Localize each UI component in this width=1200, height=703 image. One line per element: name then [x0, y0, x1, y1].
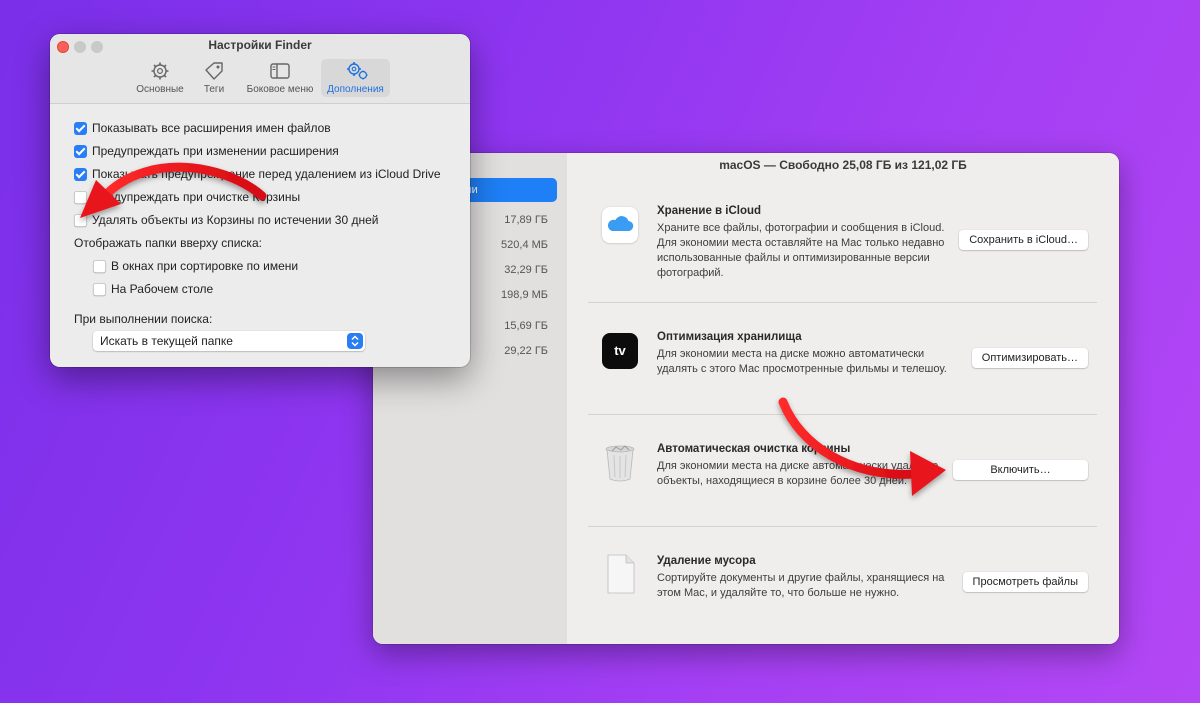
- sidebar-row-size: 15,69 ГБ: [504, 320, 548, 332]
- option-label: Удалять объекты из Корзины по истечении …: [92, 213, 379, 227]
- section-title: Хранение в iCloud: [657, 205, 762, 217]
- option-label: В окнах при сортировке по имени: [111, 259, 299, 273]
- option-label: Показывать все расширения имен файлов: [92, 121, 331, 135]
- tab-sidebar[interactable]: Боковое меню: [240, 59, 320, 97]
- advanced-gears-icon: [345, 61, 367, 81]
- review-files-button[interactable]: Просмотреть файлы: [962, 572, 1088, 592]
- divider: [588, 414, 1097, 415]
- finder-settings-window: Настройки Finder Основные Теги Боковое м…: [50, 34, 470, 367]
- sidebar-icon: [269, 61, 291, 81]
- checkbox[interactable]: [74, 214, 87, 227]
- optimize-button[interactable]: Оптимизировать…: [971, 348, 1088, 368]
- section-title: Удаление мусора: [657, 555, 756, 567]
- checkbox[interactable]: [93, 260, 106, 273]
- tab-label: Теги: [203, 84, 225, 95]
- trash-icon: [602, 443, 638, 482]
- icloud-icon: [602, 207, 638, 243]
- option-label: Предупреждать при изменении расширения: [92, 144, 339, 158]
- checkbox[interactable]: [74, 122, 87, 135]
- search-scope-label: При выполнении поиска:: [74, 312, 213, 326]
- store-in-icloud-button[interactable]: Сохранить в iCloud…: [959, 230, 1088, 250]
- section-description: Сортируйте документы и другие файлы, хра…: [657, 572, 945, 599]
- option-label: Показывать предупреждение перед удаление…: [92, 167, 441, 181]
- section-title: Оптимизация хранилища: [657, 331, 802, 343]
- optimize-section: tv Оптимизация хранилища Для экономии ме…: [594, 331, 1097, 401]
- sidebar-row-size: 198,9 МБ: [501, 289, 548, 301]
- checkbox[interactable]: [74, 191, 87, 204]
- document-icon: [602, 553, 638, 594]
- reduce-clutter-section: Удаление мусора Сортируйте документы и д…: [594, 553, 1097, 625]
- sidebar-row-size: 32,29 ГБ: [504, 264, 548, 276]
- finder-toolbar: Настройки Finder Основные Теги Боковое м…: [50, 34, 470, 104]
- tab-label: Основные: [136, 84, 184, 95]
- chevron-updown-icon: [347, 333, 363, 349]
- divider: [588, 526, 1097, 527]
- section-description: Для экономии места на диске автоматическ…: [657, 460, 939, 487]
- apple-tv-icon: tv: [602, 333, 638, 369]
- apple-tv-icon-label: tv: [614, 343, 626, 358]
- checkbox[interactable]: [93, 283, 106, 296]
- tab-label: Боковое меню: [246, 84, 314, 95]
- section-title: Автоматическая очистка корзины: [657, 443, 851, 455]
- search-scope-select[interactable]: Искать в текущей папке: [93, 331, 365, 351]
- window-title: Настройки Finder: [208, 38, 312, 52]
- option-label: На Рабочем столе: [111, 282, 214, 296]
- sidebar-row-size: 29,22 ГБ: [504, 345, 548, 357]
- divider: [588, 302, 1097, 303]
- tab-label: Дополнения: [327, 84, 384, 95]
- storage-window: ации ы 17,89 ГБ 520,4 МБ ы 32,29 ГБ ve 1…: [373, 153, 1119, 644]
- option-label: Предупреждать при очистке Корзины: [92, 190, 301, 204]
- auto-empty-trash-section: Автоматическая очистка корзины Для эконо…: [594, 443, 1097, 513]
- checkbox[interactable]: [74, 145, 87, 158]
- section-description: Для экономии места на диске можно автома…: [657, 348, 947, 375]
- tag-icon: [203, 61, 225, 81]
- window-title: macOS — Свободно 25,08 ГБ из 121,02 ГБ: [719, 158, 967, 172]
- tab-tags[interactable]: Теги: [196, 59, 232, 97]
- sidebar-row-size: 520,4 МБ: [501, 239, 548, 251]
- tab-advanced[interactable]: Дополнения: [321, 59, 390, 97]
- enable-button[interactable]: Включить…: [953, 460, 1088, 480]
- gear-icon: [149, 61, 171, 81]
- icloud-section: Хранение в iCloud Храните все файлы, фот…: [594, 205, 1097, 295]
- section-description: Храните все файлы, фотографии и сообщени…: [657, 222, 945, 279]
- select-value: Искать в текущей папке: [100, 334, 233, 348]
- folders-on-top-label: Отображать папки вверху списка:: [74, 236, 262, 250]
- tab-general[interactable]: Основные: [130, 59, 190, 97]
- checkbox[interactable]: [74, 168, 87, 181]
- sidebar-row-size: 17,89 ГБ: [504, 214, 548, 226]
